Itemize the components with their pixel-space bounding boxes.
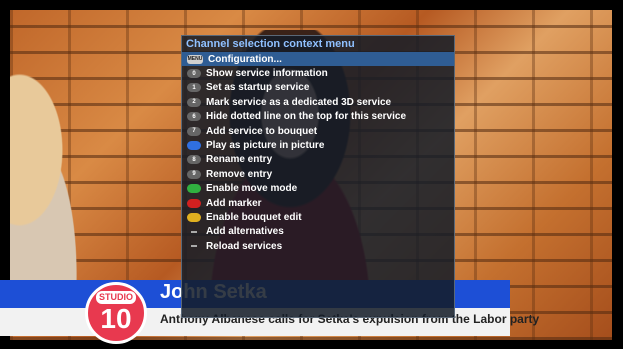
- number-key-icon: 1: [187, 83, 201, 93]
- studio-logo-number: 10: [100, 303, 132, 334]
- menu-item[interactable]: 0 Show service information: [182, 66, 454, 80]
- menu-item[interactable]: 2 Mark service as a dedicated 3D service: [182, 95, 454, 109]
- menu-item[interactable]: Enable bouquet edit: [182, 210, 454, 224]
- menu-item[interactable]: 1 Set as startup service: [182, 81, 454, 95]
- menu-item[interactable]: 9 Remove entry: [182, 167, 454, 181]
- menu-item-label: Rename entry: [206, 154, 273, 166]
- menu-item-label: Play as picture in picture: [206, 140, 325, 152]
- menu-item[interactable]: 6 Hide dotted line on the top for this se…: [182, 110, 454, 124]
- menu-item[interactable]: Add marker: [182, 196, 454, 210]
- menu-item-label: Configuration...: [208, 53, 282, 65]
- number-key-icon: 6: [187, 112, 201, 122]
- menu-title: Channel selection context menu: [186, 38, 355, 50]
- menu-item[interactable]: Reload services: [182, 239, 454, 253]
- menu-item[interactable]: 8 Rename entry: [182, 153, 454, 167]
- menu-item-label: Show service information: [206, 68, 328, 80]
- number-key-icon: 2: [187, 97, 201, 107]
- menu-key-icon: MENU: [187, 54, 203, 64]
- number-key-icon: 0: [187, 69, 201, 79]
- color-key-icon: [187, 184, 201, 194]
- menu-item[interactable]: Add alternatives: [182, 225, 454, 239]
- menu-item-label: Enable bouquet edit: [206, 211, 302, 223]
- menu-item-label: Reload services: [206, 240, 283, 252]
- menu-list: MENU Configuration... 0 Show service inform…: [182, 52, 454, 253]
- channel-selection-context-menu: Channel selection context menu MENU Confi…: [181, 35, 455, 318]
- menu-item-label: Set as startup service: [206, 82, 310, 94]
- menu-item-label: Mark service as a dedicated 3D service: [206, 96, 392, 108]
- menu-item[interactable]: Play as picture in picture: [182, 138, 454, 152]
- dash-key-icon: [187, 242, 201, 251]
- color-key-icon: [187, 212, 201, 222]
- number-key-icon: 9: [187, 169, 201, 179]
- dash-key-icon: [187, 227, 201, 236]
- menu-item[interactable]: MENU Configuration...: [182, 52, 454, 67]
- color-key-icon: [187, 198, 201, 208]
- menu-item[interactable]: 7 Add service to bouquet: [182, 124, 454, 138]
- menu-item-label: Add alternatives: [206, 226, 284, 238]
- menu-item-label: Hide dotted line on the top for this ser…: [206, 111, 407, 123]
- menu-item-label: Remove entry: [206, 168, 273, 180]
- menu-item-label: Enable move mode: [206, 183, 298, 195]
- menu-item[interactable]: Enable move mode: [182, 182, 454, 196]
- menu-item-label: Add marker: [206, 197, 262, 209]
- presenter-left: [10, 50, 105, 300]
- menu-item-label: Add service to bouquet: [206, 125, 318, 137]
- color-key-icon: [187, 141, 201, 151]
- number-key-icon: 8: [187, 155, 201, 165]
- number-key-icon: 7: [187, 126, 201, 136]
- studio-10-logo: STUDIO 10: [85, 282, 147, 344]
